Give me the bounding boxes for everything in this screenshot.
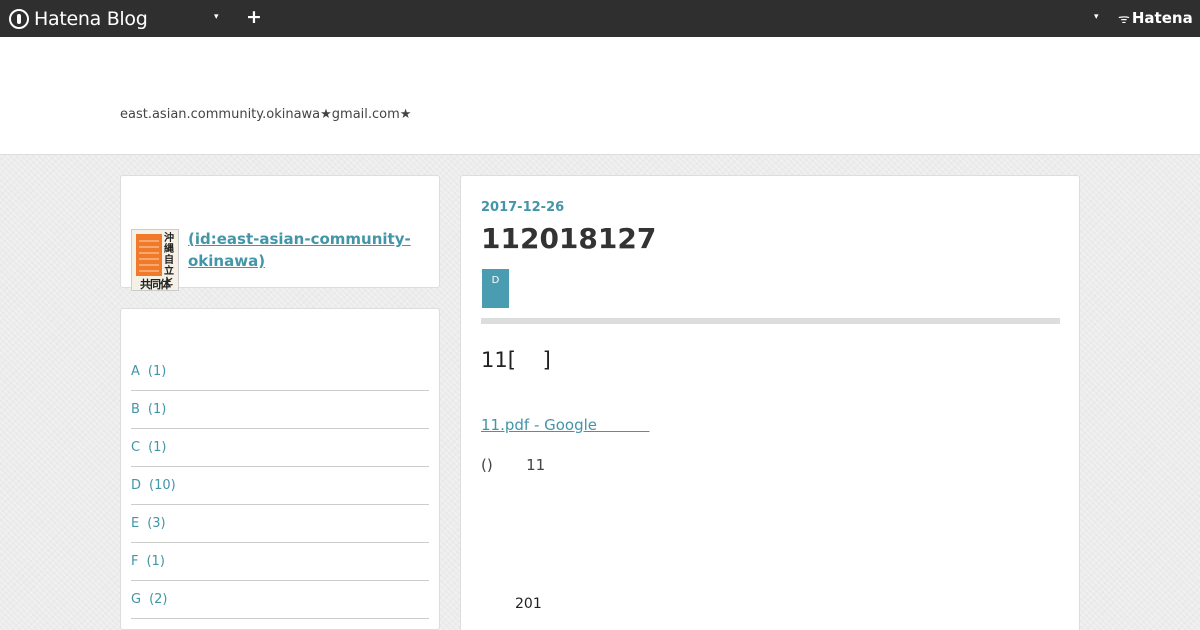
category-count: (2) bbox=[149, 592, 168, 607]
hatena-label: Hatena bbox=[1131, 9, 1193, 27]
category-label: G bbox=[131, 592, 142, 607]
category-count: (1) bbox=[147, 402, 167, 417]
article-date-link[interactable]: 2017-12-26 bbox=[481, 200, 564, 215]
category-item[interactable]: A (1) bbox=[131, 353, 429, 391]
article-paragraph: 201 bbox=[515, 596, 542, 612]
category-label: B bbox=[131, 402, 140, 417]
category-item[interactable]: E (3) bbox=[131, 505, 429, 543]
category-item[interactable]: F (1) bbox=[131, 543, 429, 581]
category-item[interactable]: B (1) bbox=[131, 391, 429, 429]
article-heading: 11[ ] bbox=[481, 348, 551, 372]
category-count: (1) bbox=[148, 440, 167, 455]
category-count: (1) bbox=[147, 364, 167, 379]
category-label: C bbox=[131, 440, 141, 455]
profile-module: 沖縄自立と 共同体 (id:east-asian-community-okina… bbox=[120, 175, 440, 291]
article-paragraph: () 11 bbox=[481, 456, 546, 474]
hatena-link[interactable]: ᯤ Hatena bbox=[1118, 9, 1193, 27]
hatena-logo-icon bbox=[9, 9, 29, 29]
book-cover-graphic bbox=[136, 234, 162, 276]
category-item[interactable]: C (1) bbox=[131, 429, 429, 467]
category-item[interactable]: G (2) bbox=[131, 581, 429, 619]
article-entry: 2017-12-26 112018127 D 11[ ] 11.pdf - Go… bbox=[460, 175, 1080, 630]
blog-menu-chevron-down-icon[interactable]: ▾ bbox=[214, 12, 219, 22]
category-list: A (1) B (1) C (1) D (10) E (3) F (1) G (2) bbox=[131, 353, 429, 619]
global-header-bar: Hatena Blog ▾ + ▾ ᯤ Hatena bbox=[0, 0, 1200, 37]
category-count: (10) bbox=[149, 478, 176, 493]
category-item[interactable]: D (10) bbox=[131, 467, 429, 505]
profile-id-link[interactable]: (id:east-asian-community-okinawa) bbox=[188, 228, 428, 272]
account-menu-chevron-down-icon[interactable]: ▾ bbox=[1094, 12, 1099, 22]
category-count: (1) bbox=[146, 554, 165, 569]
category-label: F bbox=[131, 554, 139, 569]
blog-description: east.asian.community.okinawa★gmail.com★ bbox=[120, 107, 412, 122]
book-cover-subtitle: 共同体 bbox=[140, 278, 171, 291]
hatena-blog-logo[interactable]: Hatena Blog bbox=[9, 7, 148, 31]
category-count: (3) bbox=[147, 516, 166, 531]
category-label: E bbox=[131, 516, 140, 531]
article-title[interactable]: 112018127 bbox=[481, 222, 656, 255]
category-module: A (1) B (1) C (1) D (10) E (3) F (1) G (2) bbox=[120, 308, 440, 630]
profile-avatar[interactable]: 沖縄自立と 共同体 bbox=[131, 229, 179, 291]
blog-header: east.asian.community.okinawa★gmail.com★ bbox=[0, 37, 1200, 155]
logo-text: Hatena Blog bbox=[34, 8, 148, 30]
divider bbox=[481, 318, 1060, 324]
hatena-wifi-icon: ᯤ bbox=[1118, 12, 1130, 27]
category-label: D bbox=[131, 478, 142, 493]
new-post-plus-icon[interactable]: + bbox=[246, 7, 262, 27]
article-category-tag[interactable]: D bbox=[482, 269, 509, 308]
article-pdf-link[interactable]: 11.pdf - Google bbox=[481, 416, 649, 434]
category-label: A bbox=[131, 364, 140, 379]
